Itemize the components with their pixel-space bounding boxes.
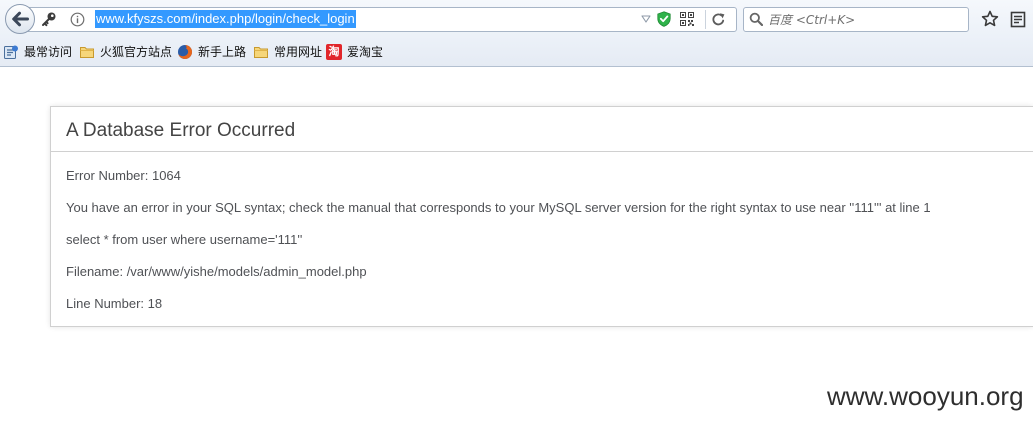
search-bar[interactable]	[743, 7, 969, 32]
bookmark-label: 火狐官方站点	[100, 45, 173, 59]
search-input[interactable]	[768, 9, 964, 30]
qr-code-icon[interactable]	[680, 12, 694, 26]
reload-icon[interactable]	[711, 12, 726, 27]
error-container: A Database Error Occurred Error Number: …	[50, 106, 1033, 327]
shield-icon[interactable]	[657, 11, 671, 27]
firefox-icon	[177, 44, 193, 60]
sql-query: select * from user where username='111''	[66, 232, 303, 247]
taobao-icon: 淘	[326, 44, 342, 60]
error-line-number: Line Number: 18	[66, 296, 163, 311]
bookmarks-menu-icon[interactable]	[1010, 11, 1026, 28]
bookmark-firefox-official-site[interactable]: 火狐官方站点	[79, 43, 173, 61]
bookmark-ai-taobao[interactable]: 淘 爱淘宝	[326, 43, 386, 61]
watermark: www.wooyun.org	[827, 381, 1024, 411]
back-arrow-icon[interactable]	[4, 3, 36, 35]
bookmark-common-sites[interactable]: 常用网址	[253, 43, 323, 61]
most-visited-icon	[3, 44, 19, 60]
url-text[interactable]: www.kfyszs.com/index.php/login/check_log…	[95, 10, 356, 28]
error-message: You have an error in your SQL syntax; ch…	[66, 200, 931, 215]
address-bar[interactable]: www.kfyszs.com/index.php/login/check_log…	[28, 7, 737, 32]
error-filename: Filename: /var/www/yishe/models/admin_mo…	[66, 264, 367, 279]
folder-icon	[79, 44, 95, 60]
browser-chrome: www.kfyszs.com/index.php/login/check_log…	[0, 0, 1033, 67]
url-bar-separator	[705, 10, 706, 29]
bookmark-label: 新手上路	[198, 45, 247, 59]
search-icon[interactable]	[749, 12, 764, 27]
bookmark-label: 最常访问	[24, 45, 73, 59]
folder-icon	[253, 44, 269, 60]
back-button[interactable]	[4, 3, 36, 35]
bookmark-label: 爱淘宝	[347, 45, 384, 59]
info-icon[interactable]	[70, 12, 85, 27]
dropdown-arrow-icon[interactable]	[641, 15, 651, 23]
error-heading: A Database Error Occurred	[51, 107, 1033, 152]
key-icon[interactable]	[41, 11, 57, 27]
star-icon[interactable]	[981, 10, 999, 28]
bookmark-label: 常用网址	[274, 45, 323, 59]
bookmark-most-visited[interactable]: 最常访问	[3, 43, 73, 61]
bookmark-getting-started[interactable]: 新手上路	[177, 43, 247, 61]
error-number: Error Number: 1064	[66, 168, 181, 183]
